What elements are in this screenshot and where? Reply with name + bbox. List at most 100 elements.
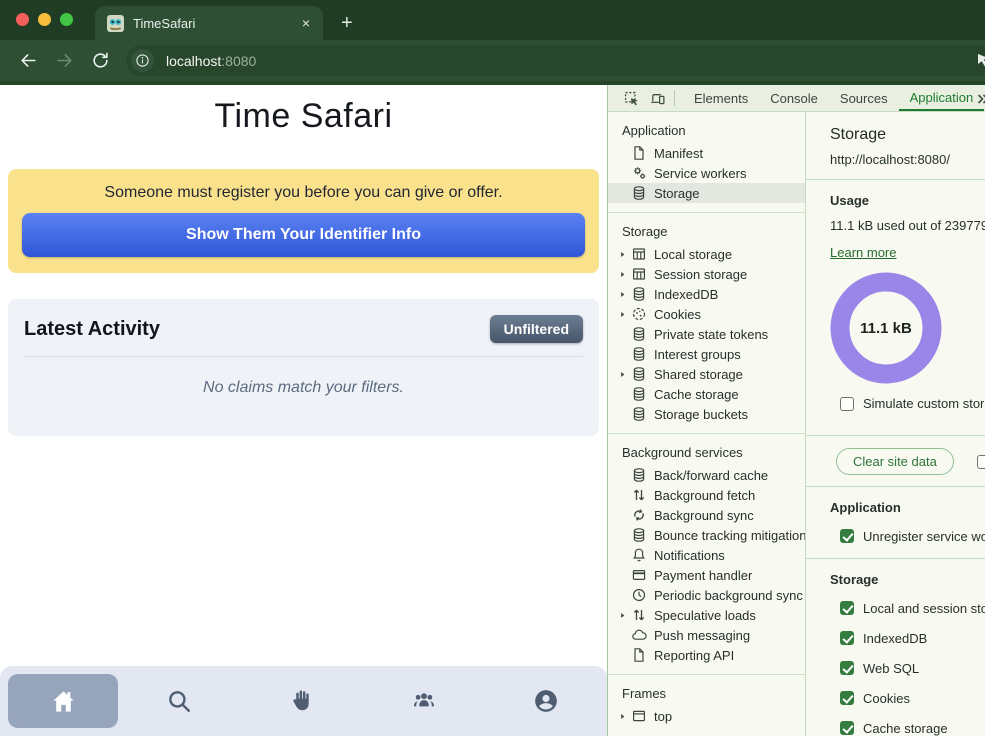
tree-item-payment-handler[interactable]: Payment handler [608,565,805,585]
expand-caret-icon[interactable] [618,249,631,259]
devtools-tab-elements[interactable]: Elements [683,85,759,111]
minimize-window-button[interactable] [38,13,51,26]
database-icon [631,326,647,342]
nav-profile-button[interactable] [485,688,607,714]
checkbox[interactable] [840,691,854,705]
devtools-toolbar: ElementsConsoleSourcesApplication [608,85,985,112]
forward-icon[interactable] [46,46,82,76]
tree-item-label: Speculative loads [654,608,756,623]
tab-favicon-icon [107,15,124,32]
unfiltered-button[interactable]: Unfiltered [490,315,583,343]
tree-item-background-fetch[interactable]: Background fetch [608,485,805,505]
tree-item-bounce-tracking-mitigation[interactable]: Bounce tracking mitigation [608,525,805,545]
tree-item-manifest[interactable]: Manifest [608,143,805,163]
application-sidebar-tree: ApplicationManifestService workersStorag… [608,112,806,736]
expand-caret-icon[interactable] [618,711,631,721]
home-icon [50,688,77,715]
new-tab-button[interactable]: + [341,6,353,40]
expand-caret-icon[interactable] [618,369,631,379]
tree-item-local-storage[interactable]: Local storage [608,244,805,264]
show-identifier-info-button[interactable]: Show Them Your Identifier Info [22,213,585,257]
tree-item-periodic-background-sync[interactable]: Periodic background sync [608,585,805,605]
checkbox[interactable] [840,601,854,615]
expand-caret-icon[interactable] [618,610,631,620]
nav-contacts-button[interactable] [363,688,485,714]
tree-item-label: Background sync [654,508,754,523]
checkbox[interactable] [840,631,854,645]
panel-divider [806,558,985,559]
tree-item-service-workers[interactable]: Service workers [608,163,805,183]
nav-home-button[interactable] [8,674,118,728]
tree-item-push-messaging[interactable]: Push messaging [608,625,805,645]
checkbox[interactable] [840,661,854,675]
gear-icon [631,165,647,181]
include-cookies-checkbox[interactable] [977,455,985,469]
device-toolbar-icon[interactable] [644,85,670,111]
tree-item-top[interactable]: top [608,706,805,726]
tree-item-label: Cookies [654,307,701,322]
reload-icon[interactable] [82,46,118,76]
learn-more-link[interactable]: Learn more [830,245,896,260]
devtools-tab-application[interactable]: Application [899,85,985,111]
close-window-button[interactable] [16,13,29,26]
back-icon[interactable] [10,46,46,76]
include-cookies-row: in [977,454,985,469]
tree-item-reporting-api[interactable]: Reporting API [608,645,805,665]
panel-divider [806,435,985,436]
database-icon [631,366,647,382]
sidebar-section-storage: StorageLocal storageSession storageIndex… [608,213,805,434]
tree-item-private-state-tokens[interactable]: Private state tokens [608,324,805,344]
tree-item-shared-storage[interactable]: Shared storage [608,364,805,384]
tree-item-background-sync[interactable]: Background sync [608,505,805,525]
tree-item-label: Payment handler [654,568,752,583]
cloud-icon [631,627,647,643]
sidebar-section-title: Frames [608,675,805,706]
browser-toolbar: localhost :8080 [0,40,985,81]
tree-item-session-storage[interactable]: Session storage [608,264,805,284]
caret-spacer [618,650,631,660]
maximize-window-button[interactable] [60,13,73,26]
site-info-icon[interactable] [131,49,154,72]
devtools-tab-sources[interactable]: Sources [829,85,899,111]
tree-item-notifications[interactable]: Notifications [608,545,805,565]
panel-divider [806,179,985,180]
tab-close-icon[interactable]: × [299,15,313,31]
tree-item-label: top [654,709,672,724]
more-tabs-icon[interactable] [975,91,985,107]
tree-item-storage-buckets[interactable]: Storage buckets [608,404,805,424]
checkbox[interactable] [840,529,854,543]
search-icon [166,688,192,714]
application-section-title: Application [830,500,985,515]
expand-caret-icon[interactable] [618,309,631,319]
clear-site-data-button[interactable]: Clear site data [836,448,954,475]
caret-spacer [618,550,631,560]
nav-projects-button[interactable] [240,688,362,714]
database-icon [631,185,647,201]
cookie-icon [631,306,647,322]
tree-item-interest-groups[interactable]: Interest groups [608,344,805,364]
tree-item-indexeddb[interactable]: IndexedDB [608,284,805,304]
simulate-storage-checkbox[interactable] [840,397,854,411]
nav-search-button[interactable] [118,688,240,714]
checkbox[interactable] [840,721,854,735]
caret-spacer [618,188,631,198]
database-icon [631,286,647,302]
tree-item-storage[interactable]: Storage [608,183,805,203]
tree-item-label: Background fetch [654,488,755,503]
sidebar-section-background-services: Background servicesBack/forward cacheBac… [608,434,805,675]
expand-caret-icon[interactable] [618,269,631,279]
storage-check-list: Local and session storIndexedDBWeb SQLCo… [806,599,985,736]
tree-item-speculative-loads[interactable]: Speculative loads [608,605,805,625]
person-icon [533,688,559,714]
address-bar[interactable]: localhost :8080 [126,45,985,76]
expand-caret-icon[interactable] [618,289,631,299]
tree-item-back-forward-cache[interactable]: Back/forward cache [608,465,805,485]
browser-tab[interactable]: TimeSafari × [95,6,323,40]
inspect-element-icon[interactable] [618,85,644,111]
checkbox-label: Local and session stor [863,601,985,616]
devtools-panel: ElementsConsoleSourcesApplication Applic… [607,85,985,736]
tree-item-cookies[interactable]: Cookies [608,304,805,324]
caret-spacer [618,329,631,339]
devtools-tab-console[interactable]: Console [759,85,829,111]
tree-item-cache-storage[interactable]: Cache storage [608,384,805,404]
